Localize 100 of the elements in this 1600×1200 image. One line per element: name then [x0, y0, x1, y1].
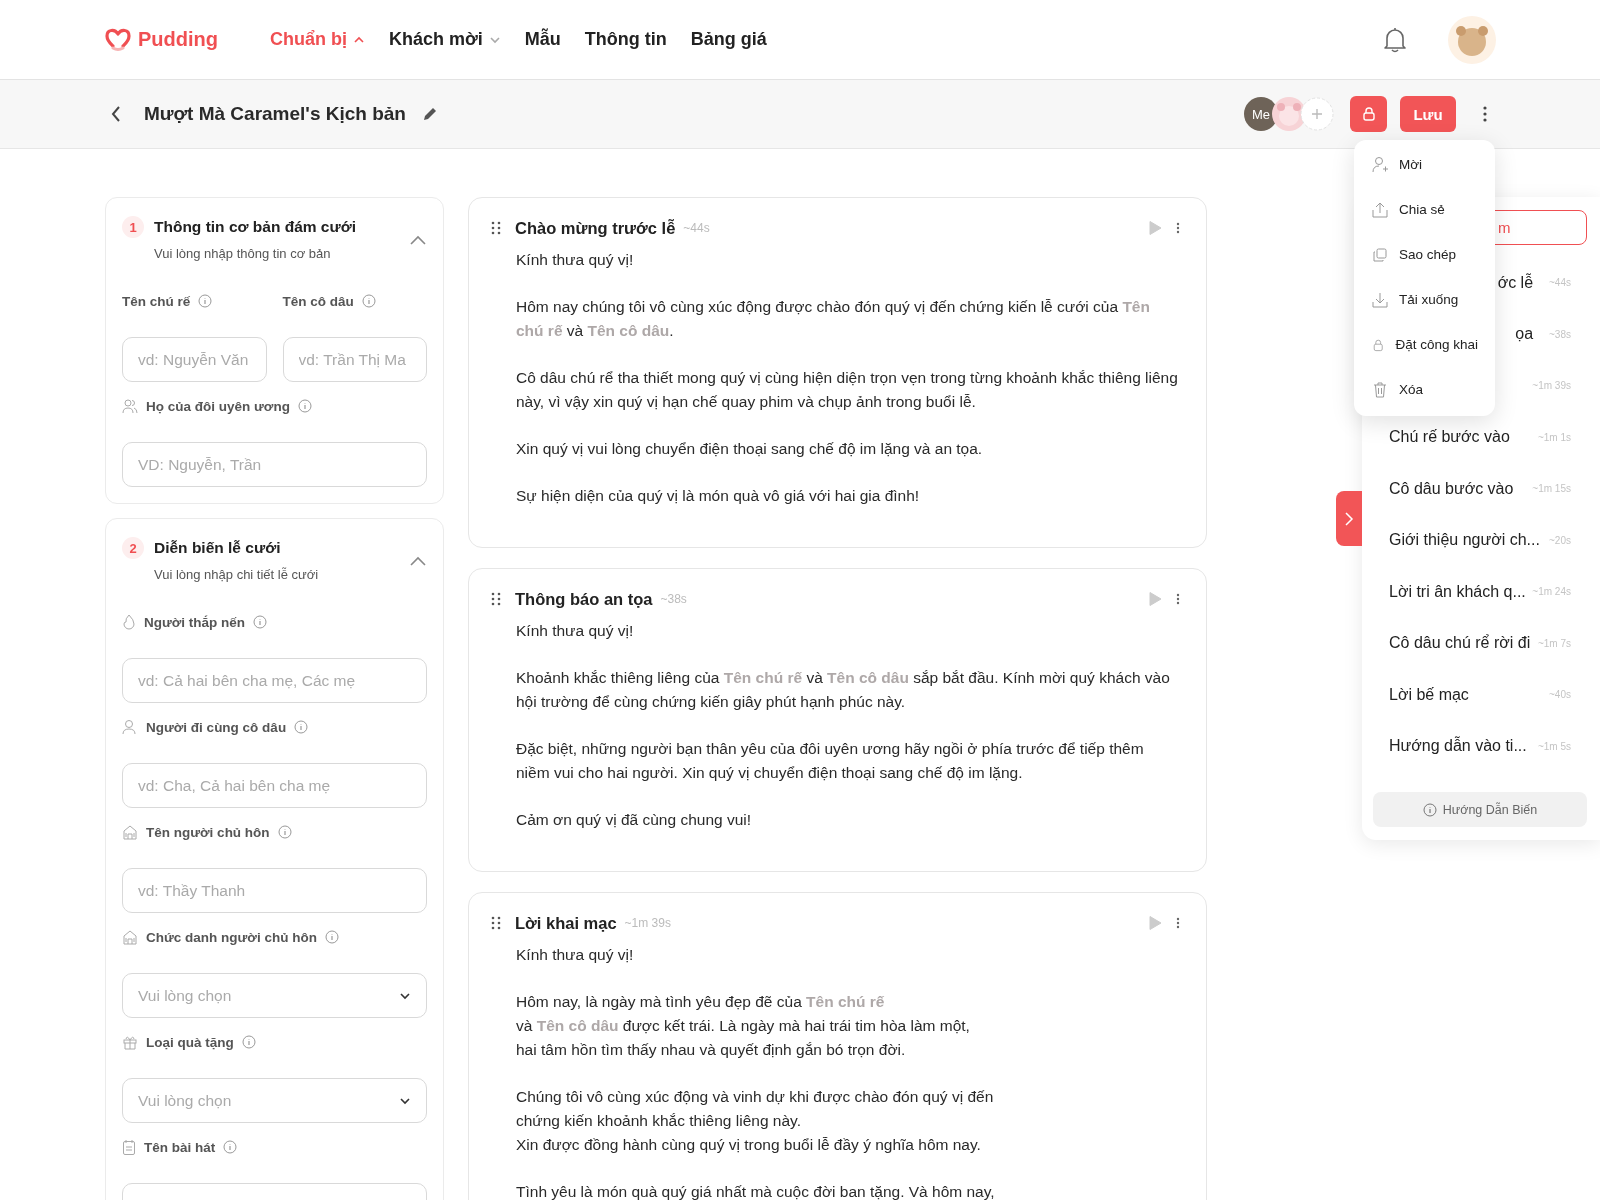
field-label: Chức danh người chủ hôn [146, 929, 317, 945]
notification-bell-icon[interactable] [1382, 25, 1408, 54]
trash-icon [1371, 380, 1389, 399]
collapse-chevron-icon[interactable] [409, 555, 427, 567]
info-icon[interactable] [294, 720, 309, 734]
outline-item[interactable]: ọa [1515, 325, 1534, 344]
script-paragraph: Kính thưa quý vị! [516, 621, 635, 641]
outline-item[interactable]: Chú rế bước vào [1389, 428, 1510, 447]
step-number: 1 [122, 216, 144, 238]
add-person-icon [1371, 155, 1389, 174]
outline-item[interactable]: Cô dâu bước vào [1389, 479, 1514, 498]
play-icon[interactable] [1148, 591, 1162, 607]
nav-link[interactable]: Khách mời [389, 29, 501, 50]
menu-item[interactable]: Sao chép [1354, 232, 1495, 277]
drag-handle-icon[interactable] [491, 592, 501, 606]
input-field[interactable]: vd: Nguyễn Văn [122, 337, 267, 382]
input-field[interactable]: vd: Thầy Thanh [122, 868, 427, 913]
lock-button[interactable] [1350, 96, 1387, 132]
duration-label: ~1m 24s [1532, 586, 1571, 598]
duration-label: ~38s [660, 592, 687, 606]
script-section-title: Thông báo an tọa [515, 589, 653, 609]
info-icon[interactable] [198, 294, 213, 308]
more-options-icon[interactable] [1176, 593, 1180, 605]
info-icon[interactable] [324, 930, 339, 944]
back-icon[interactable] [110, 105, 122, 123]
field-label: Người đi cùng cô dâu [146, 719, 287, 735]
nav-link[interactable]: Thông tin [584, 29, 667, 50]
section-title: Thông tin cơ bản đám cưới [154, 217, 357, 237]
info-icon [1422, 802, 1437, 817]
field-label: Họ của đôi uyên ương [146, 398, 290, 414]
duration-label: ~1m 15s [1532, 483, 1571, 495]
duration-label: ~1m 39s [1532, 380, 1571, 392]
more-options-icon[interactable] [1176, 222, 1180, 234]
outline-item[interactable]: Cô dâu chú rể rời đi [1389, 634, 1531, 653]
chevron-down-icon [399, 1096, 411, 1105]
duration-label: ~1m 5s [1537, 740, 1571, 752]
info-icon[interactable] [361, 294, 376, 308]
brand-name: Pudding [138, 28, 218, 51]
panel-toggle-tab[interactable] [1336, 491, 1362, 546]
input-field[interactable]: vd: Cha, Cả hai bên cha mẹ [122, 763, 427, 808]
duration-label: ~38s [1549, 328, 1571, 340]
collaborator-avatar [1272, 97, 1306, 131]
menu-item[interactable]: Tải xuống [1354, 277, 1495, 322]
duration-label: ~44s [683, 221, 710, 235]
menu-item[interactable]: Xóa [1354, 367, 1495, 412]
section-subtitle: Vui lòng nhập thông tin cơ bản [154, 246, 332, 261]
script-paragraph: Tình yêu là món quà quý giá nhất mà cuộc đời ban tặng. Và hôm nay, [516, 1182, 996, 1200]
collapse-chevron-icon[interactable] [409, 234, 427, 246]
play-icon[interactable] [1148, 915, 1162, 931]
notepad-icon [122, 1139, 136, 1155]
chevron-down-icon [399, 991, 411, 1000]
script-section-title: Chào mừng trước lễ [515, 218, 676, 238]
add-collaborator-button[interactable] [1300, 97, 1334, 131]
script-paragraph: Cô dâu chú rể tha thiết mong quý vị cùng hiện diện trọn vẹn trong từng khoảnh khắc thiêng liêng này, vì vậy xin quý vị hạn chế quay phim và chụp ảnh trong buổi lễ. [516, 368, 1179, 412]
info-icon[interactable] [253, 615, 268, 629]
section-title: Diễn biến lễ cưới [154, 538, 282, 558]
building-icon [122, 824, 138, 840]
drag-handle-icon[interactable] [491, 916, 501, 930]
people-icon [122, 398, 138, 414]
outline-item[interactable]: ớc lễ [1497, 273, 1534, 292]
nav-link[interactable]: Bảng giá [690, 29, 767, 50]
menu-item[interactable]: Mời [1354, 142, 1495, 187]
user-avatar[interactable] [1448, 15, 1496, 64]
building-icon [122, 929, 138, 945]
info-icon[interactable] [297, 399, 312, 413]
outline-item[interactable]: Giới thiệu người ch... [1389, 531, 1540, 550]
input-field[interactable]: VD: Nguyễn, Trần [122, 442, 427, 487]
script-paragraph: Đặc biệt, những người bạn thân yêu của đôi uyên ương hãy ngồi ở phía trước để tiếp thêm niềm vui cho hai người. Xin quý vị chuyển điện thoại sang chế độ im lặng. [516, 739, 1145, 783]
section-subtitle: Vui lòng nhập chi tiết lễ cưới [154, 567, 319, 582]
field-label: Tên chú rế [122, 293, 191, 309]
nav-link[interactable]: Mẫu [524, 29, 561, 50]
menu-item[interactable]: Chia sẻ [1354, 187, 1495, 232]
script-paragraph: Hôm nay, là ngày mà tình yêu đẹp đẽ của Tên chú rế và Tên cô dâu được kết trái. Là ngày mà hai trái tim hòa làm một, hai tâm hồn tìm thấy nhau và quyết định gắn bó trọn đời. [516, 992, 971, 1060]
outline-item[interactable]: Lời tri ân khách q... [1389, 582, 1526, 601]
field-label: Tên bài hát [144, 1139, 216, 1155]
input-field[interactable]: vd: Cả hai bên cha mẹ, Các mẹ [122, 658, 427, 703]
more-options-icon[interactable] [1176, 917, 1180, 929]
outline-item[interactable]: Hướng dẫn vào ti... [1389, 737, 1527, 756]
menu-item[interactable]: Đặt công khai [1354, 322, 1495, 367]
pencil-icon[interactable] [421, 106, 438, 122]
info-icon[interactable] [277, 825, 292, 839]
script-paragraph: Khoảnh khắc thiêng liêng của Tên chú rế và Tên cô dâu sắp bắt đầu. Kính mời quý khách vào hội trường để cùng chứng kiến giây phút hạnh phúc này. [516, 668, 1171, 712]
field-label: Tên người chủ hôn [146, 824, 270, 840]
step-number: 2 [122, 537, 144, 559]
nav-link[interactable]: Chuẩn bị [270, 29, 365, 50]
info-icon[interactable] [223, 1140, 238, 1154]
drag-handle-icon[interactable] [491, 221, 501, 235]
info-icon[interactable] [241, 1035, 256, 1049]
script-paragraph: Kính thưa quý vị! [516, 250, 635, 270]
input-field[interactable]: vd: Trần Thị Ma [282, 337, 427, 382]
script-paragraph: Hôm nay chúng tôi vô cùng xúc động được chào đón quý vị đến chứng kiến lễ cưới của Tên chú rế và Tên cô dâu. [516, 297, 1151, 341]
variable-guide-button[interactable]: Hướng Dẫn Biến [1373, 792, 1587, 827]
script-paragraph: Chúng tôi vô cùng xúc động và vinh dự khi được chào đón quý vị đến chứng kiến khoảnh khắc thiêng liêng này. Xin được đồng hành cùng quý vị trong buổi lễ đầy ý nghĩa hôm nay. [516, 1087, 995, 1155]
heart-logo-icon [104, 27, 132, 52]
script-paragraph: Cảm ơn quý vị đã cùng chung vui! [516, 810, 753, 830]
download-icon [1371, 290, 1389, 309]
outline-item[interactable]: Lời bế mạc [1389, 685, 1469, 704]
more-options-icon[interactable] [1482, 105, 1488, 123]
gift-icon [122, 1034, 138, 1050]
play-icon[interactable] [1148, 220, 1162, 236]
